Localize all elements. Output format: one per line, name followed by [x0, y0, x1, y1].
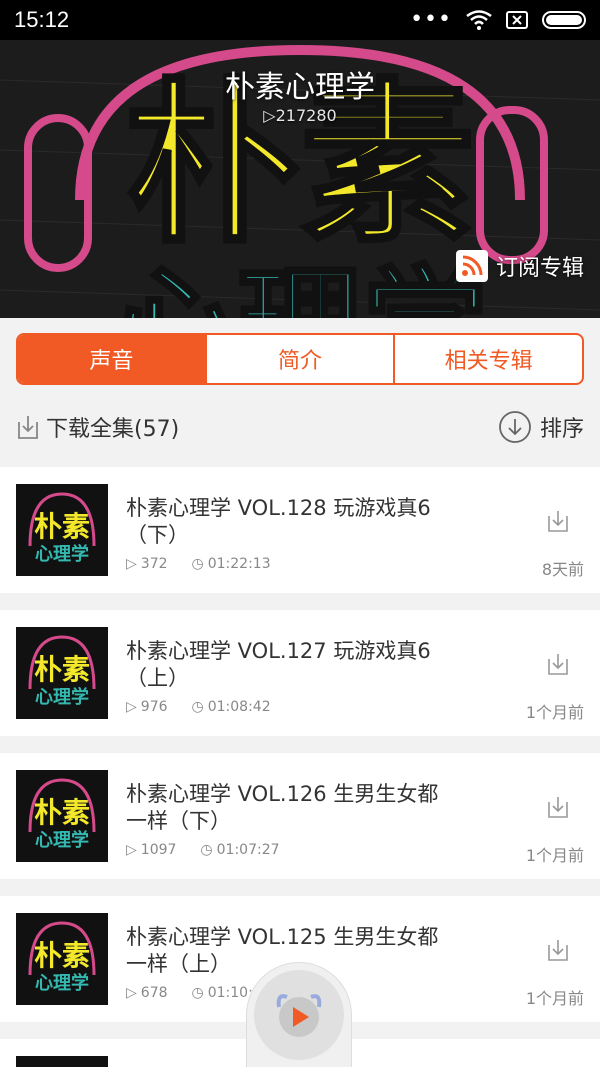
episode-meta: ▷ 372 ◷ 01:22:13	[126, 556, 271, 572]
subscribe-album-button[interactable]: 订阅专辑	[455, 250, 584, 282]
episode-cover: 朴素 心理学	[16, 627, 108, 719]
wifi-icon	[466, 10, 492, 30]
episode-cover: 朴素 心理学	[16, 913, 108, 1005]
episode-item[interactable]: 朴素 心理学 朴素心理学 VOL.128 玩游戏真6（下） ▷ 372 ◷ 01:2…	[0, 467, 600, 593]
download-all-label: 下载全集(57)	[46, 417, 180, 442]
download-all-button[interactable]: 下载全集(57)	[16, 411, 179, 443]
svg-text:朴素: 朴素	[34, 939, 90, 972]
clock-icon: ◷	[200, 842, 213, 858]
no-sim-icon	[506, 11, 528, 29]
episode-duration-value: 01:08:42	[207, 699, 271, 715]
episode-plays-value: 678	[140, 985, 168, 1001]
svg-text:心理学: 心理学	[35, 829, 89, 851]
play-count-icon: ▷	[263, 106, 276, 125]
download-icon[interactable]	[546, 938, 570, 962]
play-icon: ▷	[126, 699, 137, 715]
episode-title: 朴素心理学 VOL.128 玩游戏真6（下）	[126, 496, 431, 547]
episode-cover: 朴素 心理学	[16, 770, 108, 862]
clock-icon: ◷	[191, 985, 204, 1001]
episode-title: 朴素心理学 VOL.127 玩游戏真6（上）	[126, 639, 431, 690]
svg-text:朴素: 朴素	[34, 796, 90, 829]
play-icon: ▷	[126, 985, 137, 1001]
download-icon[interactable]	[546, 652, 570, 676]
episode-cover: 朴素 心理学	[16, 484, 108, 576]
clock-icon: ◷	[191, 699, 204, 715]
episode-duration: ◷ 01:08:42	[192, 699, 271, 715]
rss-icon	[455, 250, 488, 282]
episode-plays: ▷ 372	[126, 556, 168, 572]
album-plays-value: 217280	[275, 106, 337, 125]
episode-duration-value: 01:07:27	[216, 842, 280, 858]
episode-meta: ▷ 678 ◷ 01:10:1	[126, 985, 262, 1001]
play-icon	[276, 994, 322, 1037]
episode-meta: ▷ 1097 ◷ 01:07:27	[126, 842, 280, 858]
episode-plays-value: 1097	[140, 842, 177, 858]
episode-meta: ▷ 976 ◷ 01:08:42	[126, 699, 271, 715]
episode-duration: ◷ 01:22:13	[192, 556, 271, 572]
svg-text:心理学: 心理学	[113, 255, 488, 318]
episode-updated: 1个月前	[525, 703, 584, 722]
more-dots-icon: •••	[410, 7, 452, 32]
episode-title: 朴素心理学 VOL.126 生男生女都一样（下）	[126, 782, 439, 833]
play-icon: ▷	[126, 556, 137, 572]
episode-plays: ▷ 1097	[126, 842, 176, 858]
episode-plays-value: 976	[140, 699, 168, 715]
album-hero: 朴素 心理学 朴素心理学 ▷217280 订阅专辑	[0, 40, 600, 318]
tab-intro[interactable]: 简介	[207, 335, 396, 383]
episode-item[interactable]: 朴素 心理学 朴素心理学 VOL.126 生男生女都一样（下） ▷ 1097 ◷ 0…	[0, 753, 600, 879]
download-icon	[18, 416, 38, 439]
svg-text:朴素: 朴素	[34, 653, 90, 686]
album-play-count: ▷217280	[0, 106, 600, 125]
episode-duration-value: 01:22:13	[207, 556, 271, 572]
episode-item[interactable]: 朴素 心理学 朴素心理学 VOL.127 玩游戏真6（上） ▷ 976 ◷ 01:0…	[0, 610, 600, 736]
episode-cover	[16, 1056, 108, 1067]
episode-plays-value: 372	[140, 556, 168, 572]
episode-updated: 8天前	[541, 560, 584, 579]
floating-player-button[interactable]	[246, 962, 352, 1067]
play-icon: ▷	[126, 842, 137, 858]
episode-updated: 1个月前	[525, 846, 584, 865]
svg-text:心理学: 心理学	[35, 686, 89, 708]
clock-icon: ◷	[191, 556, 204, 572]
episode-plays: ▷ 678	[126, 985, 168, 1001]
status-time: 15:12	[14, 7, 70, 32]
svg-text:朴素: 朴素	[34, 510, 90, 543]
episode-plays: ▷ 976	[126, 699, 168, 715]
svg-text:心理学: 心理学	[35, 543, 89, 565]
list-toolbar: 下载全集(57) 排序	[0, 400, 600, 454]
album-title: 朴素心理学	[225, 70, 375, 105]
episode-updated: 1个月前	[525, 989, 584, 1008]
download-icon[interactable]	[546, 509, 570, 533]
player-avatar	[254, 970, 344, 1060]
tab-related-albums[interactable]: 相关专辑	[395, 335, 582, 383]
status-bar: 15:12 •••	[0, 0, 600, 40]
sort-button[interactable]: 排序	[498, 410, 584, 444]
album-tabs: 声音 简介 相关专辑	[16, 333, 584, 385]
svg-text:心理学: 心理学	[35, 972, 89, 994]
sort-label: 排序	[539, 417, 584, 442]
episode-duration: ◷ 01:07:27	[200, 842, 279, 858]
sort-down-icon	[499, 411, 531, 443]
battery-icon	[542, 11, 586, 29]
tab-sounds[interactable]: 声音	[18, 335, 207, 383]
download-icon[interactable]	[546, 795, 570, 819]
subscribe-label: 订阅专辑	[495, 256, 584, 281]
status-icons: •••	[410, 9, 586, 31]
